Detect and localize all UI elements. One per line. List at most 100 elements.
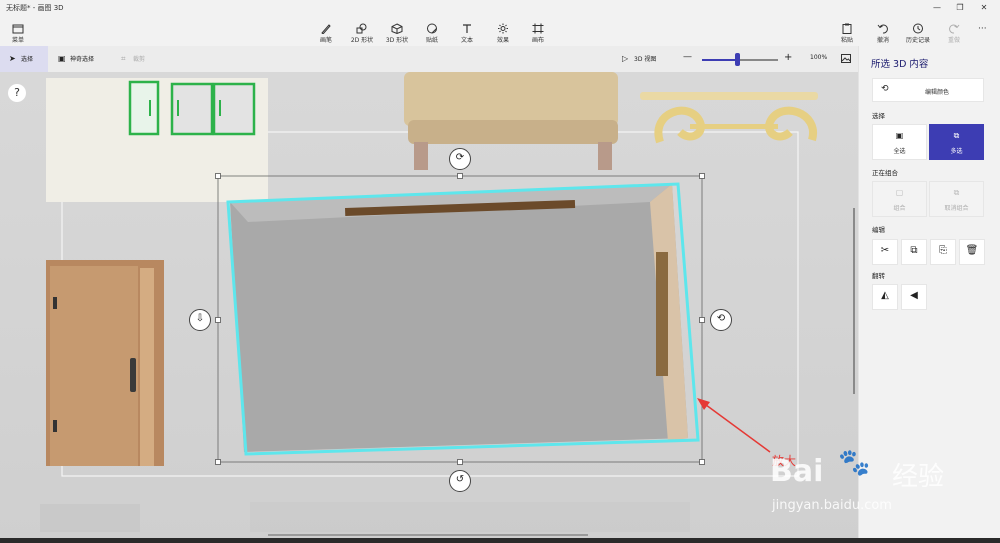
rotate-y-handle[interactable]: ⟲ — [710, 309, 732, 331]
3d-view-button[interactable]: ▷ 3D 视图 — [622, 54, 656, 63]
annotation-arrow — [697, 398, 771, 453]
zoom-out-button[interactable]: — — [683, 52, 692, 62]
undo-button[interactable]: 撤消 — [866, 18, 900, 46]
folder-icon — [12, 24, 24, 34]
door-image — [46, 260, 164, 466]
zoom-in-button[interactable]: + — [784, 52, 792, 63]
help-button[interactable]: ? — [8, 84, 26, 102]
rotate-z-handle[interactable]: ↺ — [449, 470, 471, 492]
select-all-label: 全选 — [893, 148, 906, 155]
select-tool-label: 选择 — [21, 56, 34, 63]
zoom-slider-fill — [702, 59, 738, 61]
tool-2d-shapes-label: 2D 形状 — [350, 37, 374, 44]
3d-view-label: 3D 视图 — [634, 56, 657, 63]
ungroup-icon: ⧉ — [953, 188, 960, 197]
tool-3d-shapes-label: 3D 形状 — [385, 37, 409, 44]
tool-3d-shapes[interactable]: 3D 形状 — [380, 18, 414, 46]
tool-brush-label: 画笔 — [319, 37, 332, 44]
flip-vertical-icon: ◀ — [910, 290, 918, 301]
scene-graphics — [40, 72, 855, 536]
trash-icon: 🗑 — [965, 245, 979, 256]
redo-icon — [949, 24, 960, 34]
select-tool-button[interactable]: ➤ 选择 — [0, 46, 48, 72]
tool-effects[interactable]: 效果 — [486, 18, 520, 46]
cabinet-image — [46, 78, 268, 202]
flip-section-label: 翻转 — [872, 272, 885, 280]
crop-icon: ⌗ — [121, 54, 126, 63]
tool-sticker[interactable]: 贴纸 — [415, 18, 449, 46]
multi-select-button[interactable]: ⧉ 多选 — [929, 124, 984, 160]
tool-brush[interactable]: 画笔 — [309, 18, 343, 46]
tool-canvas-label: 画布 — [531, 37, 544, 44]
tool-canvas[interactable]: 画布 — [521, 18, 555, 46]
zoom-value: 100% — [810, 54, 828, 61]
clipboard-icon: ⎘ — [939, 245, 947, 256]
room-box-3d — [226, 182, 700, 456]
table-image — [640, 92, 818, 144]
ungroup-button[interactable]: ⧉ 取消组合 — [929, 181, 984, 217]
depth-handle[interactable]: ⇩ — [189, 309, 211, 331]
flip-horizontal-icon: ◭ — [881, 290, 889, 301]
tool-sticker-label: 贴纸 — [425, 37, 438, 44]
sticker-icon — [427, 23, 437, 34]
title-bar: 无标题* - 画图 3D — ❐ ✕ — [0, 0, 1000, 18]
magic-select-button[interactable]: ▣ 神奇选择 — [58, 54, 94, 63]
menu-button[interactable]: 菜单 — [1, 18, 35, 46]
depth-icon: ⇩ — [195, 313, 205, 324]
watermark-brand: Bai — [770, 454, 824, 489]
2d-shapes-icon — [356, 23, 367, 34]
paste-label: 粘贴 — [840, 37, 853, 44]
crop-button[interactable]: ⌗ 裁剪 — [121, 54, 145, 64]
redo-label: 重做 — [947, 37, 960, 44]
crop-label: 裁剪 — [133, 56, 146, 63]
paste-panel-button[interactable]: ⎘ — [930, 239, 956, 265]
tool-text[interactable]: 文本 — [450, 18, 484, 46]
watermark-brand2: 经验 — [892, 462, 945, 492]
redo-button[interactable]: 重做 — [937, 18, 971, 46]
image-icon[interactable] — [841, 54, 851, 63]
minimize-button[interactable]: — — [928, 3, 946, 12]
magic-select-icon: ▣ — [58, 54, 66, 63]
edit-section-label: 编辑 — [872, 226, 885, 234]
history-button[interactable]: 历史记录 — [901, 18, 935, 46]
more-options-button[interactable]: ··· — [978, 24, 987, 34]
edit-color-button[interactable]: ⟲ 编辑颜色 — [872, 78, 984, 102]
magic-select-label: 神奇选择 — [70, 56, 95, 63]
tool-2d-shapes[interactable]: 2D 形状 — [345, 18, 379, 46]
close-button[interactable]: ✕ — [975, 3, 993, 12]
multi-select-label: 多选 — [950, 148, 963, 155]
scissors-icon: ✂ — [880, 245, 890, 256]
app-title: 无标题* - 画图 3D — [6, 4, 64, 12]
canvas-area[interactable]: ⟳ ↺ ⇩ ⟲ ? 放大 — [0, 72, 858, 543]
brush-icon — [321, 24, 331, 34]
effects-icon — [498, 23, 508, 34]
baidu-watermark: Bai 🐾 经验 jingyan.baidu.com — [770, 436, 980, 526]
group-section-label: 正在组合 — [872, 169, 898, 177]
rotate-x-handle[interactable]: ⟳ — [449, 148, 471, 170]
group-button[interactable]: ▢ 组合 — [872, 181, 927, 217]
flip-vertical-button[interactable]: ◀ — [901, 284, 927, 310]
text-icon — [463, 24, 471, 33]
copy-button[interactable]: ⧉ — [901, 239, 927, 265]
history-icon — [913, 23, 923, 34]
menu-label: 菜单 — [11, 37, 24, 44]
paste-button[interactable]: 粘贴 — [830, 18, 864, 46]
undo-icon — [877, 24, 888, 34]
3d-view-icon: ▷ — [622, 54, 629, 63]
restore-button[interactable]: ❐ — [951, 3, 969, 12]
select-all-button[interactable]: ▣ 全选 — [872, 124, 927, 160]
rotate-icon: ↺ — [455, 474, 465, 485]
cut-button[interactable]: ✂ — [872, 239, 898, 265]
flip-horizontal-button[interactable]: ◭ — [872, 284, 898, 310]
zoom-slider-thumb[interactable] — [735, 53, 740, 66]
paw-icon: 🐾 — [838, 448, 871, 478]
multi-select-icon: ⧉ — [953, 131, 960, 140]
delete-button[interactable]: 🗑 — [959, 239, 985, 265]
group-icon: ▢ — [895, 188, 904, 197]
paste-icon — [842, 23, 852, 34]
canvas-icon — [532, 23, 544, 34]
3d-shapes-icon — [391, 23, 403, 34]
tool-effects-label: 效果 — [496, 37, 509, 44]
edit-color-label: 编辑颜色 — [924, 89, 949, 96]
select-section-label: 选择 — [872, 112, 885, 120]
